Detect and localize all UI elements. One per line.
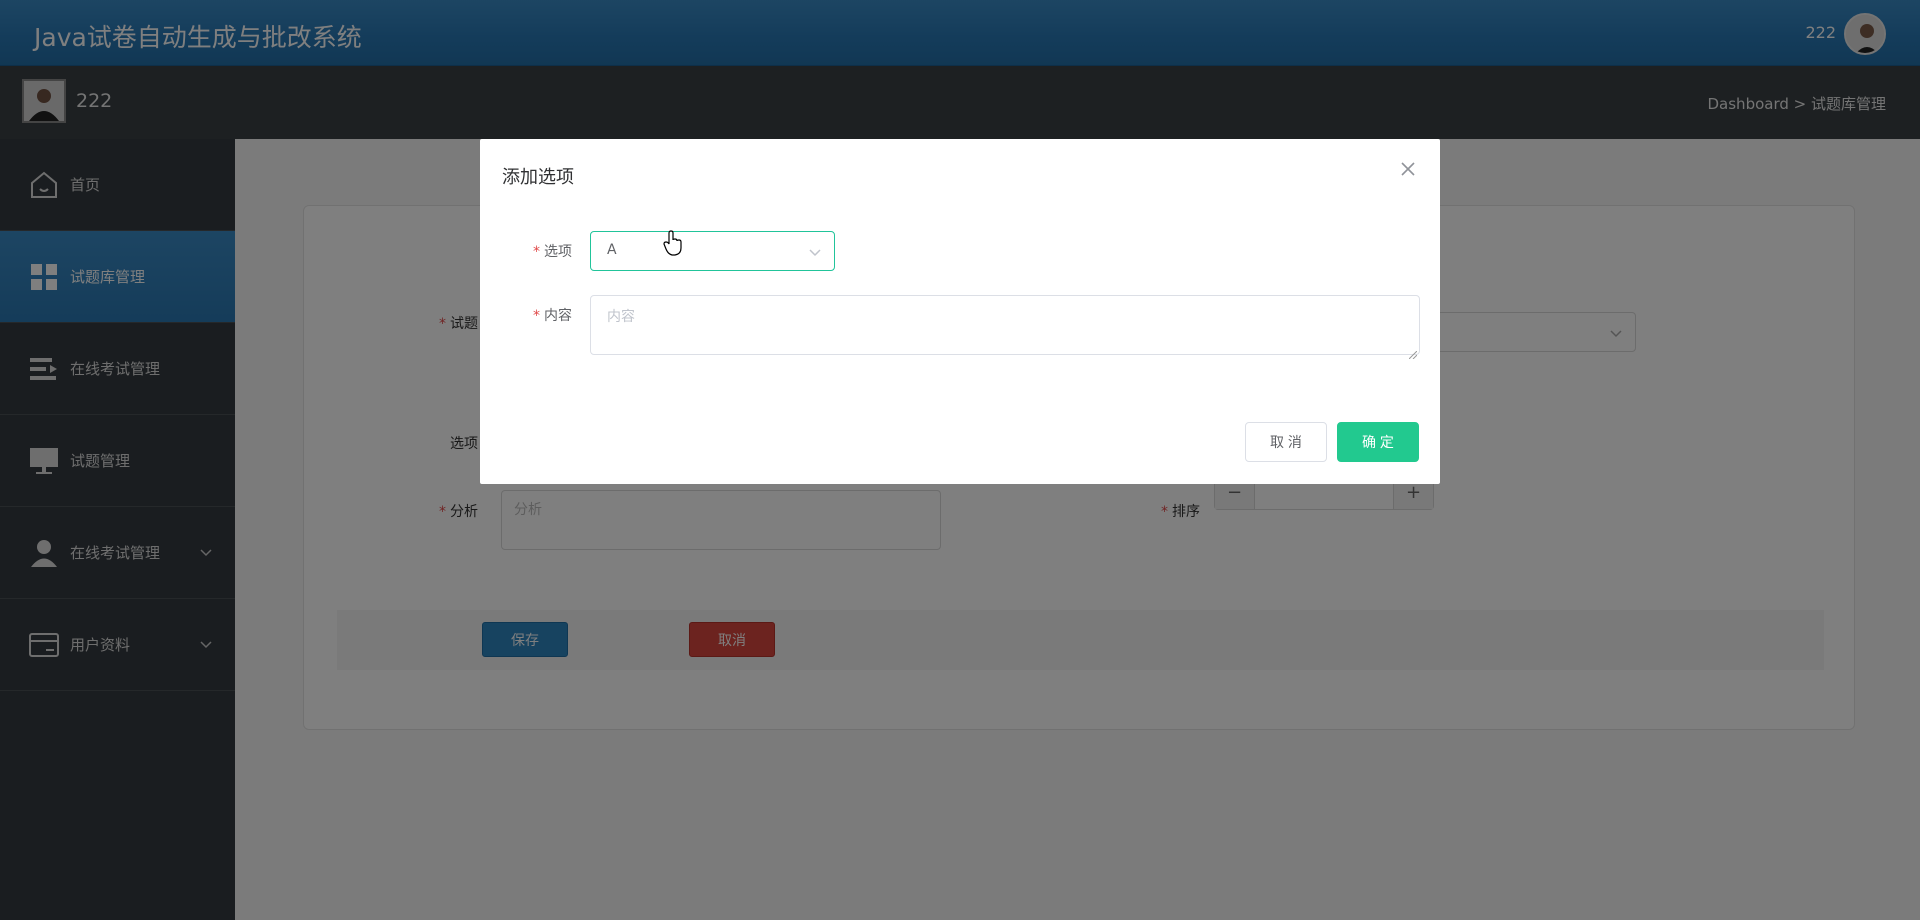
- dialog-title: 添加选项: [502, 167, 574, 188]
- option-select-value: A: [607, 242, 617, 258]
- content-field-label: * 内容: [533, 308, 572, 324]
- resize-grip-icon[interactable]: [1408, 344, 1418, 360]
- chevron-down-icon: [808, 244, 822, 258]
- dialog-confirm-button[interactable]: 确 定: [1337, 422, 1419, 462]
- add-option-dialog: 添加选项 * 选项 A * 内容 内容 取 消 确 定: [480, 139, 1440, 484]
- content-textarea[interactable]: 内容: [590, 295, 1420, 360]
- option-field-label: * 选项: [533, 244, 572, 260]
- content-placeholder: 内容: [607, 309, 635, 325]
- hand-cursor-icon: [663, 230, 683, 256]
- close-icon[interactable]: [1398, 159, 1418, 179]
- dialog-cancel-button[interactable]: 取 消: [1245, 422, 1327, 462]
- option-select[interactable]: A: [590, 231, 835, 271]
